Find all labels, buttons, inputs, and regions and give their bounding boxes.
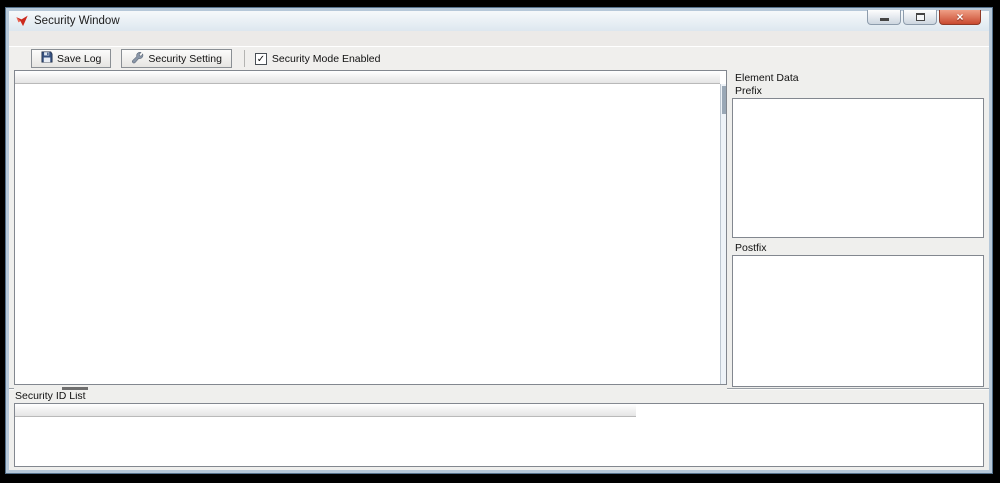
close-icon: × xyxy=(956,11,963,24)
maximize-button[interactable] xyxy=(903,10,937,25)
prefix-label: Prefix xyxy=(732,85,984,98)
wrench-icon xyxy=(131,51,144,67)
save-icon xyxy=(41,51,53,66)
trace-header xyxy=(15,71,720,84)
checkbox-check-icon: ✓ xyxy=(255,53,267,65)
save-log-button[interactable]: Save Log xyxy=(31,49,111,68)
toolbar-separator xyxy=(244,50,245,67)
element-data-title: Element Data xyxy=(732,72,984,85)
minimize-button[interactable] xyxy=(867,10,901,25)
security-window: Security Window × Save Log xyxy=(6,8,992,473)
window-controls: × xyxy=(865,10,981,25)
app-icon xyxy=(15,14,29,28)
element-data-panel: Element Data Prefix Postfix xyxy=(732,70,984,387)
main-area: Element Data Prefix Postfix xyxy=(9,70,989,387)
tab-bar xyxy=(9,31,989,47)
toolbar: Save Log Security Setting ✓ Security Mod… xyxy=(9,47,989,70)
horizontal-scrollbar-thumb[interactable] xyxy=(62,387,88,390)
security-setting-button[interactable]: Security Setting xyxy=(121,49,232,68)
security-id-list xyxy=(14,403,984,467)
postfix-label: Postfix xyxy=(732,242,984,255)
prefix-table xyxy=(732,98,984,238)
vertical-scrollbar[interactable] xyxy=(720,84,726,384)
security-mode-label: Security Mode Enabled xyxy=(272,53,381,65)
postfix-table xyxy=(732,255,984,387)
horizontal-scrollbar[interactable] xyxy=(14,385,727,392)
maximize-icon xyxy=(916,13,925,21)
security-mode-checkbox[interactable]: ✓ Security Mode Enabled xyxy=(255,53,381,65)
seclist-header xyxy=(15,404,636,417)
window-title: Security Window xyxy=(34,15,120,27)
minimize-icon xyxy=(880,18,889,21)
trace-table xyxy=(14,70,727,385)
save-log-label: Save Log xyxy=(57,53,101,65)
vertical-scrollbar-thumb[interactable] xyxy=(722,86,726,114)
title-bar: Security Window × xyxy=(9,11,989,31)
tab-filler xyxy=(9,31,989,46)
trace-panel xyxy=(14,70,727,387)
security-setting-label: Security Setting xyxy=(148,53,222,65)
close-button[interactable]: × xyxy=(939,10,981,25)
